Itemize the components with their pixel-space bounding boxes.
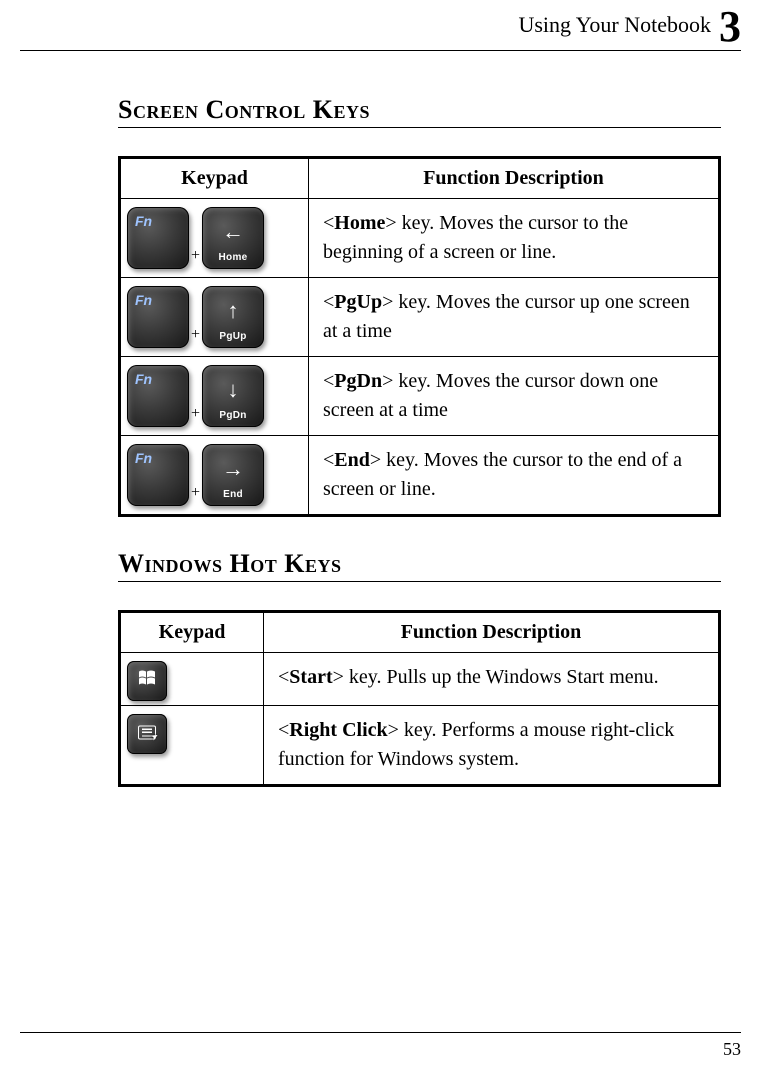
arrow-left-icon: ← bbox=[202, 221, 264, 243]
screen-control-table: Keypad Function Description Fn + ← Home bbox=[118, 156, 721, 517]
end-key-icon: → End bbox=[202, 444, 264, 506]
plus-separator: + bbox=[189, 405, 202, 427]
windows-key-icon bbox=[127, 661, 167, 701]
windows-hot-keys-table: Keypad Function Description bbox=[118, 610, 721, 787]
description-cell: <PgDn> key. Moves the cursor down one sc… bbox=[309, 357, 720, 436]
arrow-right-icon: → bbox=[202, 458, 264, 480]
context-menu-key-icon: ➤ bbox=[127, 714, 167, 754]
table-row: Fn + ↑ PgUp <PgUp> key. Moves the cursor… bbox=[120, 278, 720, 357]
section-heading-screen-control: Screen Control Keys bbox=[118, 95, 721, 128]
fn-key-icon: Fn bbox=[127, 365, 189, 427]
page: Using Your Notebook 3 Screen Control Key… bbox=[0, 0, 761, 1078]
home-key-icon: ← Home bbox=[202, 207, 264, 269]
plus-separator: + bbox=[189, 484, 202, 506]
col-header-keypad: Keypad bbox=[120, 158, 309, 199]
plus-separator: + bbox=[189, 326, 202, 348]
col-header-description: Function Description bbox=[264, 612, 720, 653]
table-row: Fn + ↓ PgDn <PgDn> key. Moves the cursor… bbox=[120, 357, 720, 436]
fn-key-icon: Fn bbox=[127, 286, 189, 348]
col-header-description: Function Description bbox=[309, 158, 720, 199]
description-cell: <Start> key. Pulls up the Windows Start … bbox=[264, 653, 720, 706]
fn-key-icon: Fn bbox=[127, 444, 189, 506]
description-cell: <End> key. Moves the cursor to the end o… bbox=[309, 436, 720, 516]
page-content: Screen Control Keys Keypad Function Desc… bbox=[118, 95, 721, 819]
table-row: <Start> key. Pulls up the Windows Start … bbox=[120, 653, 720, 706]
key-combo: Fn + ↓ PgDn bbox=[127, 365, 302, 427]
pgdn-key-icon: ↓ PgDn bbox=[202, 365, 264, 427]
description-cell: <Home> key. Moves the cursor to the begi… bbox=[309, 199, 720, 278]
table-row: Fn + ← Home <Home> key. Moves the cursor… bbox=[120, 199, 720, 278]
key-combo: Fn + ← Home bbox=[127, 207, 302, 269]
page-number: 53 bbox=[723, 1039, 741, 1059]
description-cell: <Right Click> key. Performs a mouse righ… bbox=[264, 706, 720, 786]
page-header: Using Your Notebook 3 bbox=[20, 0, 741, 51]
table-row: ➤ <Right Click> key. Performs a mouse ri… bbox=[120, 706, 720, 786]
col-header-keypad: Keypad bbox=[120, 612, 264, 653]
plus-separator: + bbox=[189, 247, 202, 269]
table-row: Fn + → End <End> key. Moves the cursor t… bbox=[120, 436, 720, 516]
fn-key-icon: Fn bbox=[127, 207, 189, 269]
arrow-down-icon: ↓ bbox=[202, 379, 264, 401]
description-cell: <PgUp> key. Moves the cursor up one scre… bbox=[309, 278, 720, 357]
windows-logo-icon bbox=[137, 669, 157, 694]
menu-icon: ➤ bbox=[138, 724, 156, 745]
section-heading-windows-hot: Windows Hot Keys bbox=[118, 549, 721, 582]
key-combo: Fn + ↑ PgUp bbox=[127, 286, 302, 348]
chapter-number: 3 bbox=[719, 5, 741, 49]
header-title: Using Your Notebook bbox=[518, 12, 711, 38]
page-footer: 53 bbox=[20, 1032, 741, 1060]
pgup-key-icon: ↑ PgUp bbox=[202, 286, 264, 348]
key-combo: Fn + → End bbox=[127, 444, 302, 506]
arrow-up-icon: ↑ bbox=[202, 300, 264, 322]
